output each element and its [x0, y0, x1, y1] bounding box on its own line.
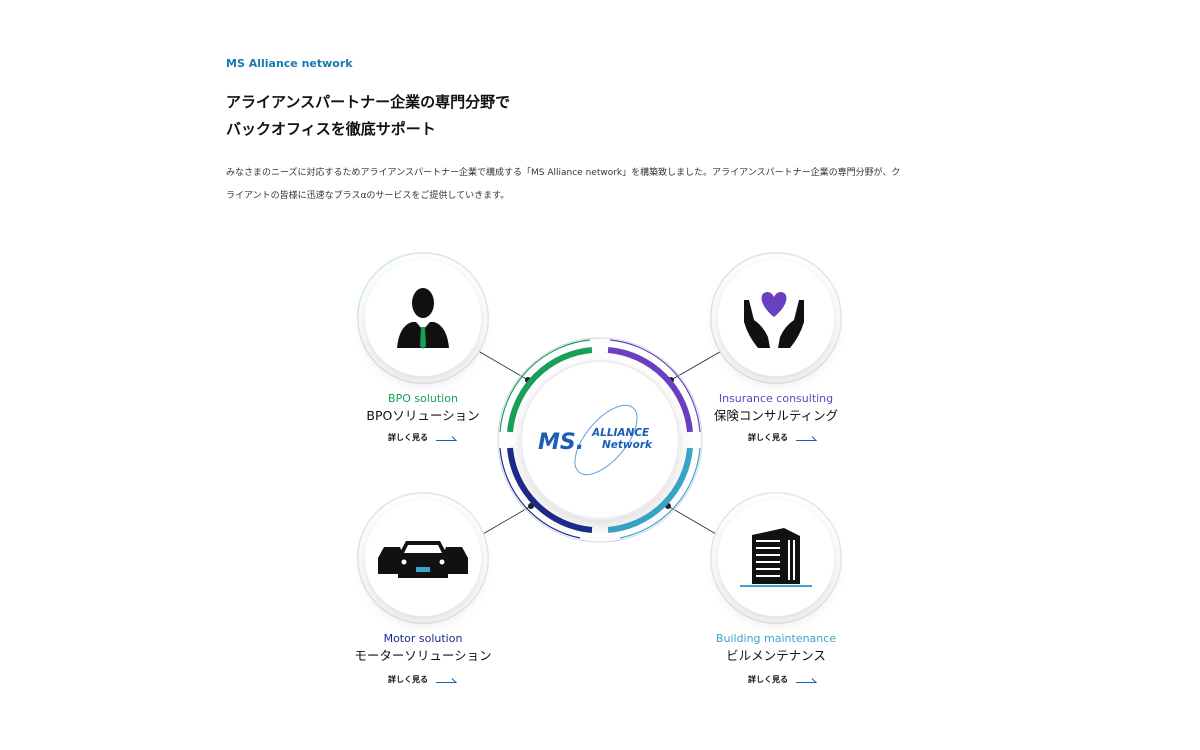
- arrow-right-icon: [436, 435, 458, 441]
- central-hub[interactable]: MS. ALLIANCE Network: [497, 337, 703, 543]
- more-label: 詳しく見る: [748, 675, 788, 684]
- motor-circle[interactable]: [357, 492, 489, 624]
- motor-label[interactable]: Motor solution モーターソリューション: [323, 632, 523, 664]
- bpo-label[interactable]: BPO solution BPOソリューション: [323, 392, 523, 424]
- more-label: 詳しく見る: [388, 433, 428, 442]
- building-label[interactable]: Building maintenance ビルメンテナンス: [676, 632, 876, 664]
- alliance-network-diagram: MS. ALLIANCE Network: [357, 252, 842, 624]
- bpo-label-jp: BPOソリューション: [366, 408, 480, 423]
- motor-label-en: Motor solution: [383, 632, 463, 645]
- bpo-circle[interactable]: [357, 252, 489, 384]
- building-label-jp: ビルメンテナンス: [726, 648, 826, 663]
- more-label: 詳しく見る: [388, 675, 428, 684]
- building-more-link[interactable]: 詳しく見る: [748, 674, 818, 685]
- logo-network: Network: [602, 439, 653, 451]
- insurance-label-en: Insurance consulting: [718, 392, 834, 405]
- bpo-label-en: BPO solution: [388, 392, 458, 405]
- bpo-more-link[interactable]: 詳しく見る: [388, 432, 458, 443]
- arrow-right-icon: [796, 435, 818, 441]
- ground-line: [740, 585, 812, 587]
- building-label-en: Building maintenance: [715, 632, 837, 645]
- motor-more-link[interactable]: 詳しく見る: [388, 674, 458, 685]
- building-circle[interactable]: [710, 492, 842, 624]
- arrow-right-icon: [796, 677, 818, 683]
- logo-ms: MS.: [538, 430, 584, 455]
- insurance-more-link[interactable]: 詳しく見る: [748, 432, 818, 443]
- more-label: 詳しく見る: [748, 433, 788, 442]
- logo-alliance: ALLIANCE: [591, 427, 650, 439]
- insurance-label[interactable]: Insurance consulting 保険コンサルティング: [676, 392, 876, 424]
- motor-label-jp: モーターソリューション: [354, 648, 492, 663]
- arrow-right-icon: [436, 677, 458, 683]
- insurance-circle[interactable]: [710, 252, 842, 384]
- insurance-label-jp: 保険コンサルティング: [713, 408, 839, 423]
